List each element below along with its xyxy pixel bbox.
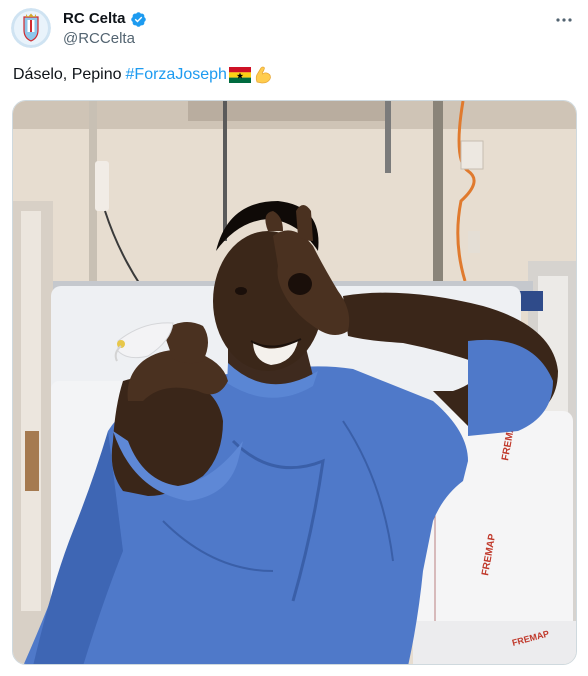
flexed-biceps-icon xyxy=(255,66,271,84)
celta-crest-icon xyxy=(11,8,51,48)
more-options-button[interactable] xyxy=(554,10,574,30)
author-name-row: RC Celta xyxy=(63,10,147,28)
tweet-text-body: Dáselo, Pepino xyxy=(13,66,122,83)
hospital-photo: FREMAP FREMAP FREMAP xyxy=(13,101,576,664)
more-dots-icon xyxy=(556,18,572,22)
hashtag-link[interactable]: #ForzaJoseph xyxy=(126,64,227,86)
tweet-text: Dáselo, Pepino #ForzaJoseph xyxy=(13,64,273,86)
author-handle[interactable]: @RCCelta xyxy=(63,30,135,48)
tweet-photo[interactable]: FREMAP FREMAP FREMAP xyxy=(12,100,577,665)
avatar[interactable] xyxy=(11,8,51,48)
ghana-flag-icon xyxy=(228,67,251,83)
tweet: RC Celta @RCCelta Dáselo, Pepino #ForzaJ… xyxy=(0,0,588,676)
display-name[interactable]: RC Celta xyxy=(63,10,126,28)
verified-badge-icon xyxy=(130,11,146,27)
